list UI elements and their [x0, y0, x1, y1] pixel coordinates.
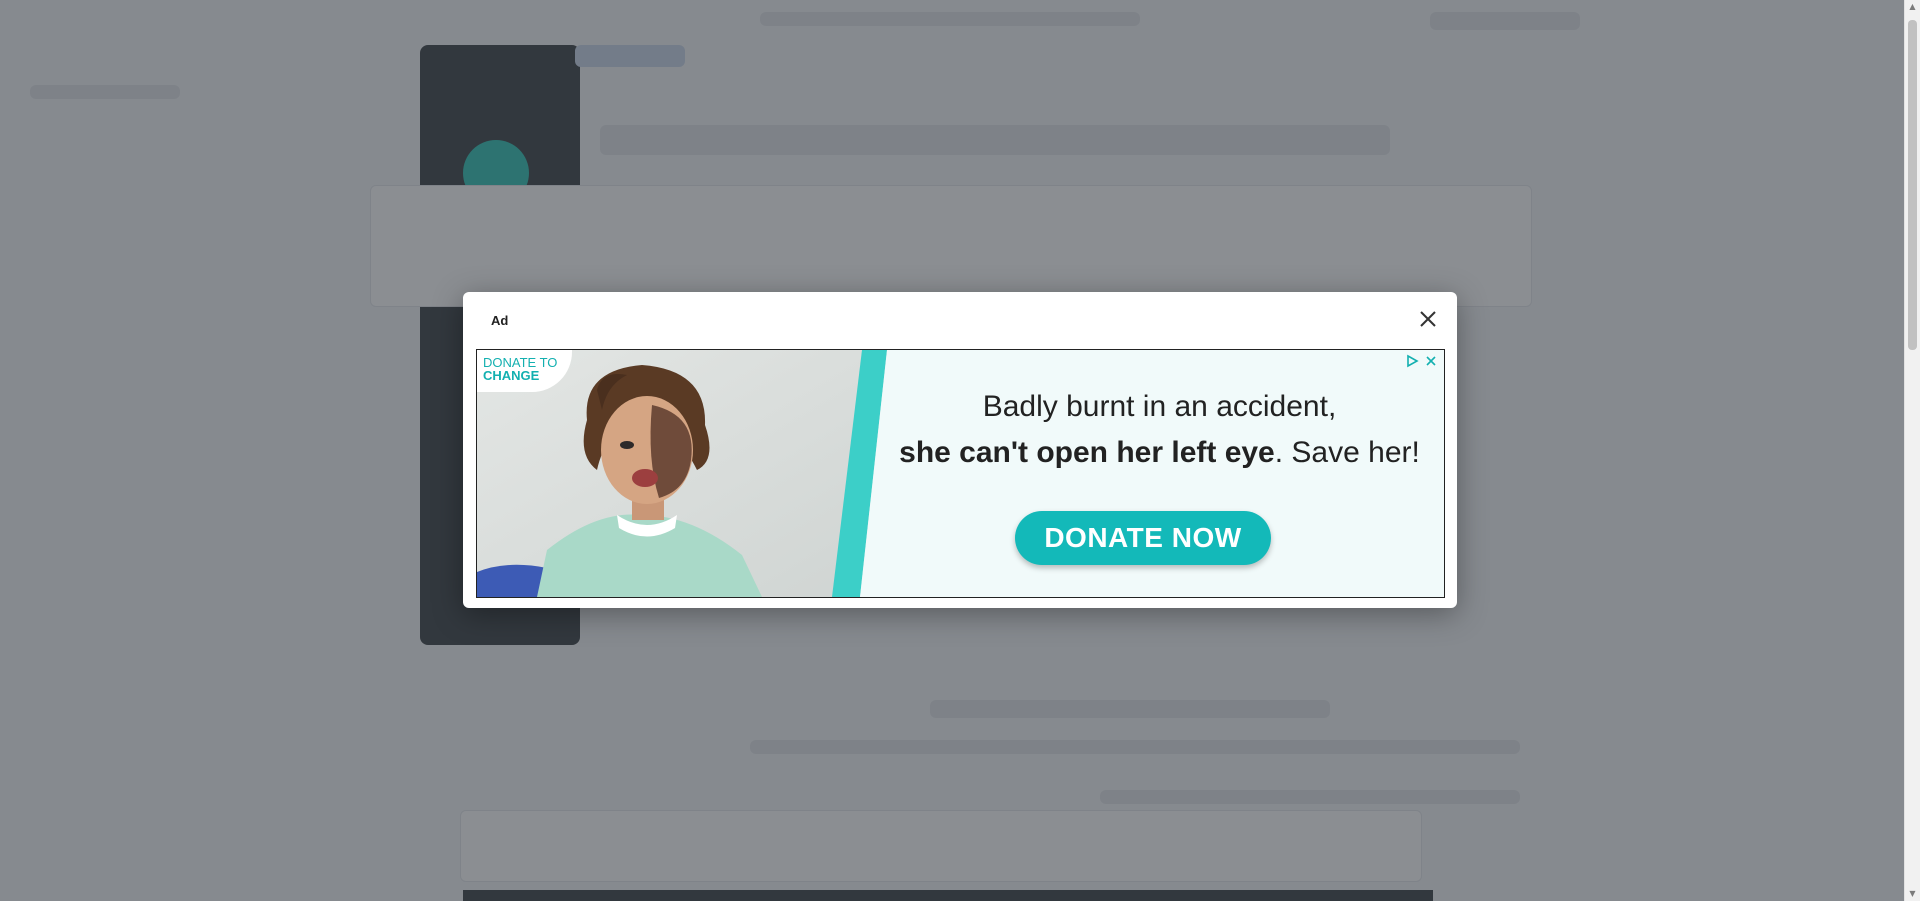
ad-modal: Ad DONATE TO CHANGE Badly burnt in an ac…	[463, 292, 1457, 608]
scroll-thumb[interactable]	[1908, 20, 1917, 350]
modal-label: Ad	[491, 313, 509, 328]
close-icon[interactable]	[1415, 306, 1441, 332]
scroll-up-icon[interactable]: ▲	[1905, 0, 1920, 14]
ad-banner[interactable]: DONATE TO CHANGE Badly burnt in an accid…	[476, 349, 1445, 598]
ad-headline-line2: she can't open her left eye. Save her!	[877, 436, 1442, 470]
donate-now-button[interactable]: DONATE NOW	[1015, 511, 1271, 565]
ad-headline-rest: . Save her!	[1274, 436, 1420, 469]
adchoices-icon[interactable]	[1405, 354, 1419, 368]
ad-headline-line1: Badly burnt in an accident,	[982, 390, 1337, 423]
ad-headline: Badly burnt in an accident, she can't op…	[877, 390, 1442, 470]
scroll-down-icon[interactable]: ▼	[1905, 887, 1920, 901]
vertical-scrollbar[interactable]: ▲ ▼	[1904, 0, 1920, 901]
ad-child-photo: DONATE TO CHANGE	[477, 350, 897, 597]
ad-close-icon[interactable]	[1424, 354, 1438, 368]
ad-headline-bold: she can't open her left eye	[899, 436, 1275, 469]
logo-text-line2: CHANGE	[483, 368, 540, 383]
